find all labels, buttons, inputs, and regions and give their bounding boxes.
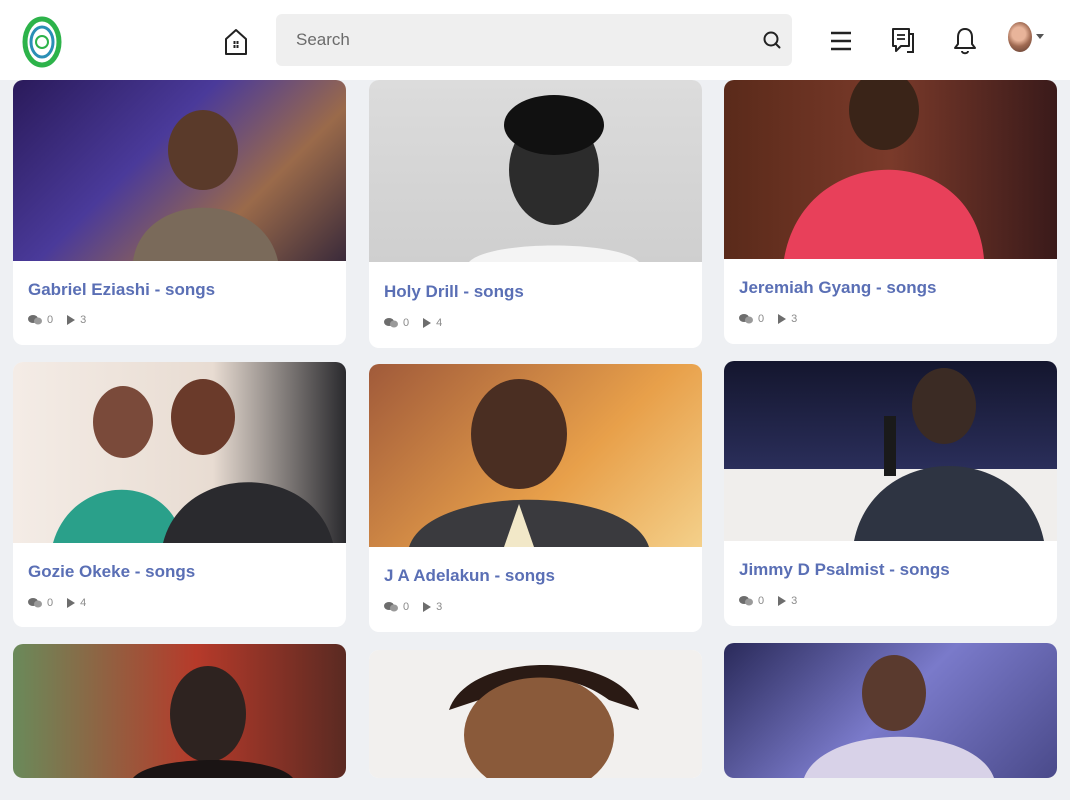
card-title[interactable]: Holy Drill - songs xyxy=(384,282,524,302)
card-stats: 0 4 xyxy=(28,596,100,610)
play-count: 3 xyxy=(436,601,443,613)
artist-photo xyxy=(13,80,346,261)
artist-card[interactable] xyxy=(369,650,702,778)
artist-card[interactable]: Jeremiah Gyang - songs 0 3 xyxy=(724,80,1057,344)
play-icon xyxy=(778,314,787,324)
comments-icon xyxy=(384,318,398,328)
search-input[interactable] xyxy=(276,14,746,66)
play-count: 3 xyxy=(80,314,87,326)
top-navbar xyxy=(0,0,1070,80)
notifications-button[interactable] xyxy=(952,26,978,56)
artist-card[interactable]: Jimmy D Psalmist - songs 0 3 xyxy=(724,361,1057,626)
artist-photo xyxy=(13,644,346,778)
comments-icon xyxy=(28,315,42,325)
play-count: 4 xyxy=(80,597,87,609)
home-icon xyxy=(225,29,247,55)
comment-count: 0 xyxy=(47,314,54,326)
play-icon xyxy=(67,598,76,608)
card-title[interactable]: J A Adelakun - songs xyxy=(384,566,555,586)
hamburger-menu-icon xyxy=(831,31,851,51)
comment-count: 0 xyxy=(403,317,410,329)
artist-card[interactable]: Gozie Okeke - songs 0 4 xyxy=(13,362,346,627)
play-icon xyxy=(67,315,76,325)
artist-card[interactable]: Holy Drill - songs 0 4 xyxy=(369,80,702,348)
comment-count: 0 xyxy=(47,597,54,609)
chat-icon xyxy=(892,28,914,53)
comments-icon xyxy=(739,314,753,324)
card-stats: 0 3 xyxy=(384,600,456,614)
play-icon xyxy=(423,318,432,328)
artist-card[interactable]: Gabriel Eziashi - songs 0 3 xyxy=(13,80,346,345)
play-count: 3 xyxy=(791,595,798,607)
play-icon xyxy=(423,602,432,612)
artist-photo xyxy=(724,643,1057,778)
artist-card[interactable] xyxy=(724,643,1057,778)
app-logo[interactable] xyxy=(22,16,62,68)
comments-icon xyxy=(384,602,398,612)
home-button[interactable] xyxy=(222,26,250,58)
play-icon xyxy=(778,596,787,606)
comment-count: 0 xyxy=(403,601,410,613)
messages-button[interactable] xyxy=(889,26,917,56)
search-bar xyxy=(276,14,792,66)
chevron-down-icon xyxy=(1036,34,1044,39)
artist-card[interactable]: J A Adelakun - songs 0 3 xyxy=(369,364,702,632)
play-count: 4 xyxy=(436,317,443,329)
comments-icon xyxy=(28,598,42,608)
avatar xyxy=(1008,22,1032,52)
artist-photo xyxy=(13,362,346,543)
artist-photo xyxy=(724,80,1057,259)
card-title[interactable]: Gozie Okeke - songs xyxy=(28,562,195,582)
artist-card[interactable] xyxy=(13,644,346,778)
card-stats: 0 3 xyxy=(739,312,811,326)
artist-photo xyxy=(369,364,702,547)
card-title[interactable]: Jimmy D Psalmist - songs xyxy=(739,560,950,580)
card-stats: 0 4 xyxy=(384,316,456,330)
card-title[interactable]: Gabriel Eziashi - songs xyxy=(28,280,215,300)
comments-icon xyxy=(739,596,753,606)
search-icon[interactable] xyxy=(760,28,784,52)
artist-photo xyxy=(724,361,1057,541)
comment-count: 0 xyxy=(758,313,765,325)
artist-photo xyxy=(369,80,702,262)
card-title[interactable]: Jeremiah Gyang - songs xyxy=(739,278,936,298)
comment-count: 0 xyxy=(758,595,765,607)
menu-button[interactable] xyxy=(828,28,854,54)
artist-photo xyxy=(369,650,702,778)
card-stats: 0 3 xyxy=(739,594,811,608)
user-menu[interactable] xyxy=(1008,22,1048,54)
bell-icon xyxy=(954,28,976,55)
play-count: 3 xyxy=(791,313,798,325)
card-stats: 0 3 xyxy=(28,313,100,327)
